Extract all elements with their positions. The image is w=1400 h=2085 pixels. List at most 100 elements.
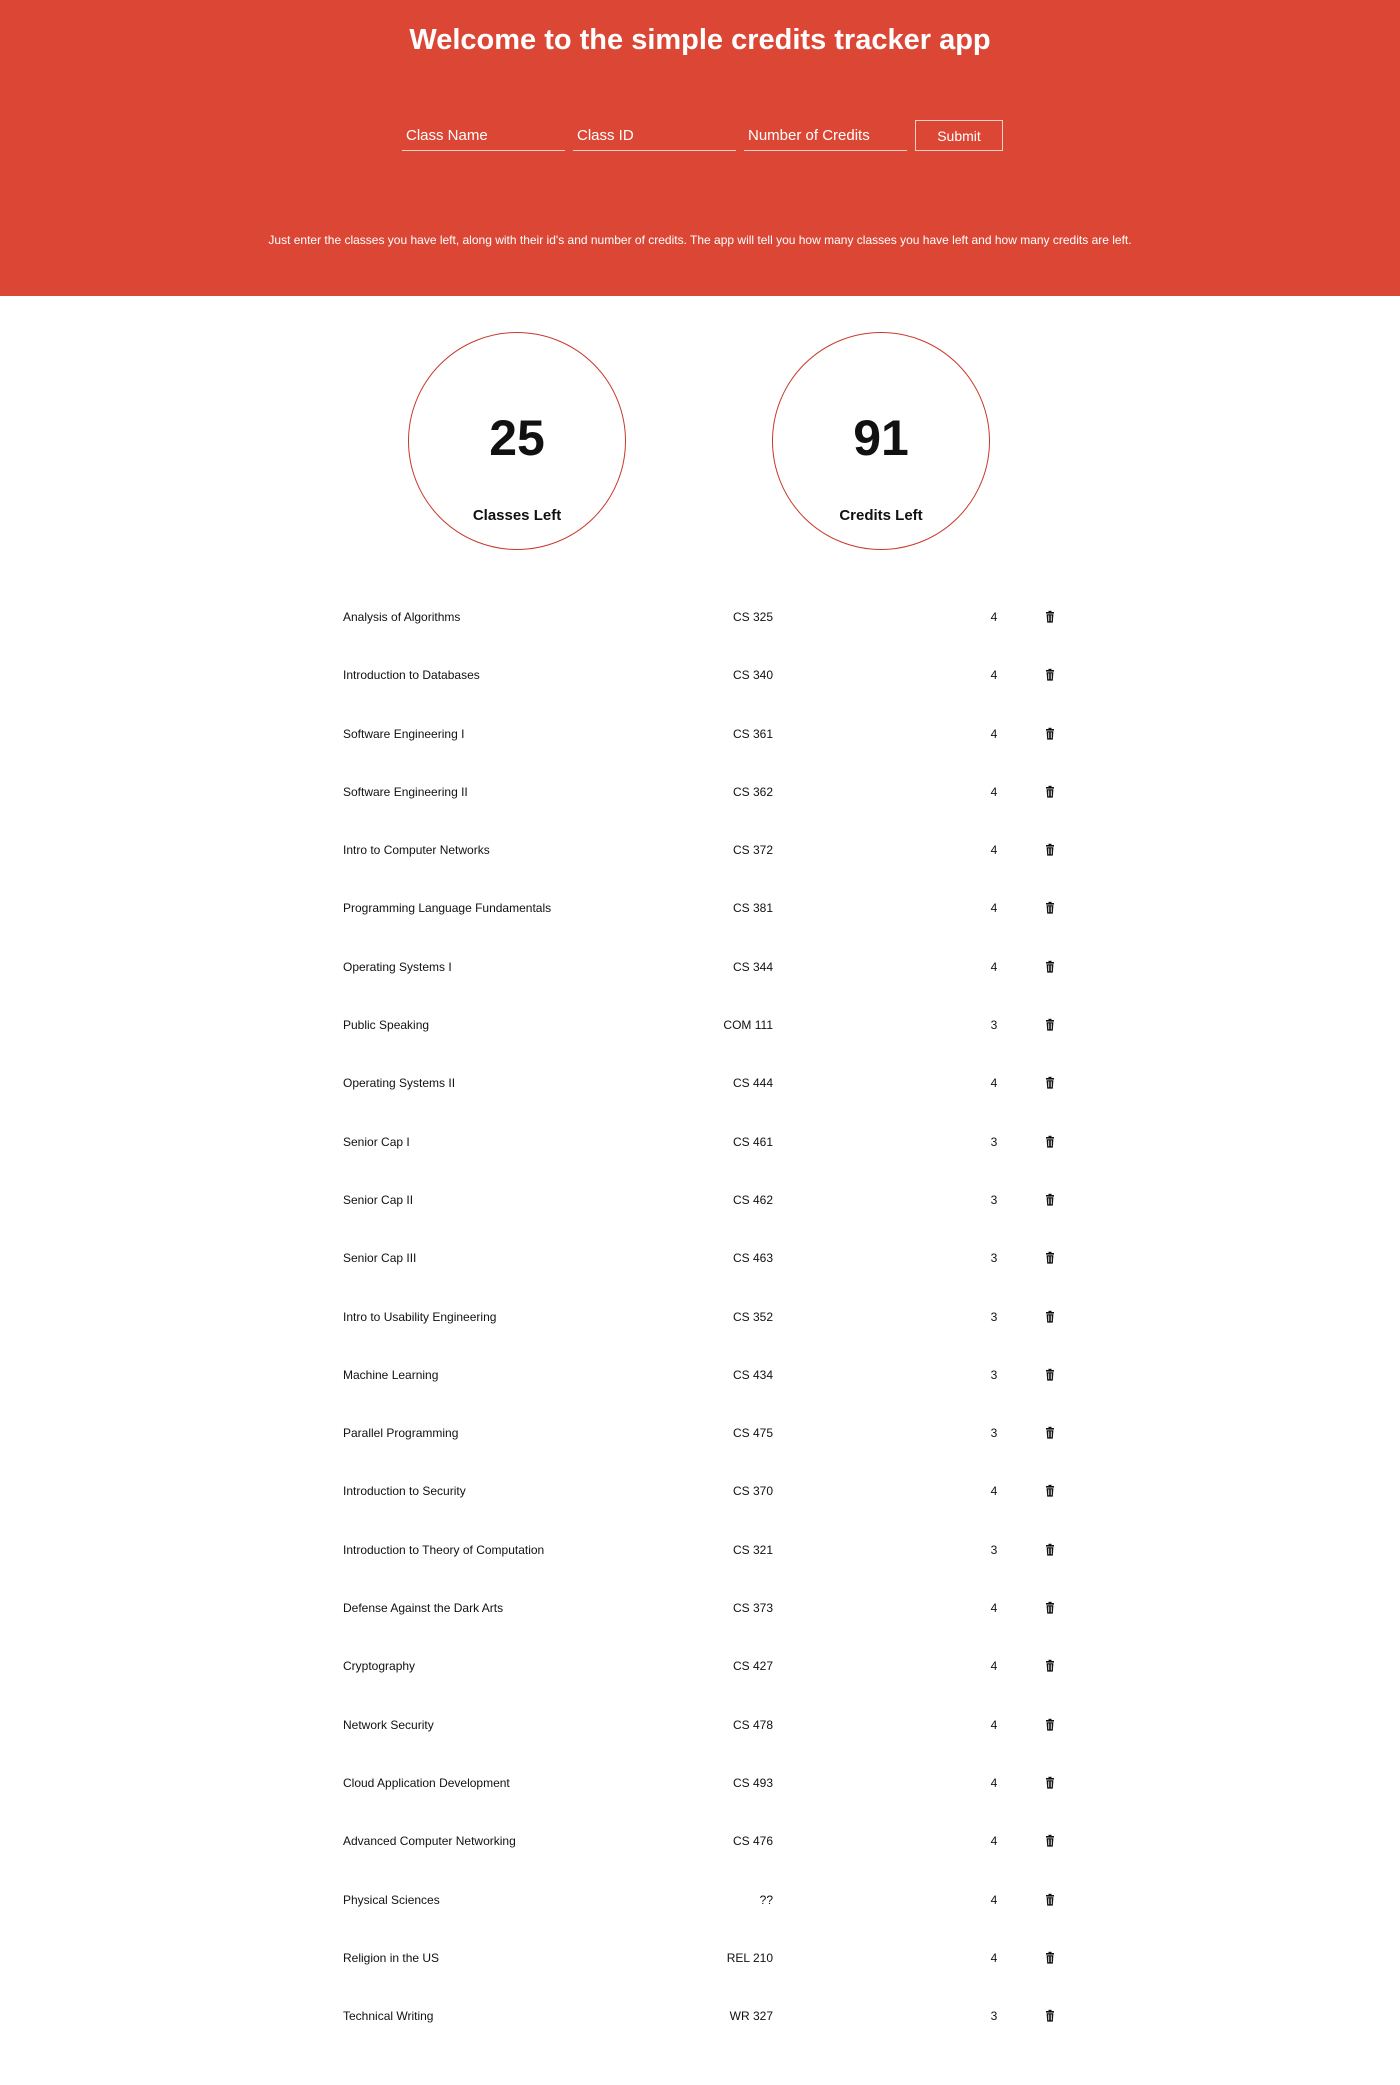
trash-icon[interactable] bbox=[1043, 960, 1057, 974]
credits-input[interactable] bbox=[744, 120, 907, 151]
class-credits: 4 bbox=[990, 959, 998, 974]
trash-icon[interactable] bbox=[1043, 1368, 1057, 1382]
class-name: Software Engineering II bbox=[343, 784, 468, 799]
class-name: Parallel Programming bbox=[343, 1426, 459, 1441]
class-row: Machine Learning CS 434 3 bbox=[343, 1344, 1063, 1402]
class-row: Advanced Computer Networking CS 476 4 bbox=[343, 1810, 1063, 1868]
trash-icon[interactable] bbox=[1043, 668, 1057, 682]
class-row: Senior Cap I CS 461 3 bbox=[343, 1111, 1063, 1169]
trash-icon[interactable] bbox=[1043, 843, 1057, 857]
class-id-input[interactable] bbox=[573, 120, 736, 151]
class-credits: 3 bbox=[990, 1192, 998, 1207]
class-credits: 4 bbox=[990, 1950, 998, 1965]
class-id: CS 344 bbox=[732, 959, 773, 974]
class-row: Technical Writing WR 327 3 bbox=[343, 1985, 1063, 2043]
class-name: Introduction to Theory of Computation bbox=[343, 1542, 545, 1557]
trash-icon[interactable] bbox=[1043, 1193, 1057, 1207]
class-name: Programming Language Fundamentals bbox=[343, 901, 552, 916]
class-id: REL 210 bbox=[726, 1950, 773, 1965]
class-id: CS 462 bbox=[732, 1192, 773, 1207]
trash-icon[interactable] bbox=[1043, 1076, 1057, 1090]
intro-text: Just enter the classes you have left, al… bbox=[268, 233, 1132, 247]
trash-icon[interactable] bbox=[1043, 1951, 1057, 1965]
class-row: Defense Against the Dark Arts CS 373 4 bbox=[343, 1577, 1063, 1635]
class-name: Introduction to Security bbox=[343, 1484, 466, 1499]
trash-icon[interactable] bbox=[1043, 1601, 1057, 1615]
class-id: ?? bbox=[759, 1892, 773, 1907]
class-row: Religion in the US REL 210 4 bbox=[343, 1927, 1063, 1985]
class-name: Technical Writing bbox=[343, 2009, 434, 2024]
class-id: CS 434 bbox=[732, 1367, 773, 1382]
class-name: Advanced Computer Networking bbox=[343, 1834, 516, 1849]
trash-icon[interactable] bbox=[1043, 785, 1057, 799]
class-id: CS 362 bbox=[732, 784, 773, 799]
trash-icon[interactable] bbox=[1043, 1659, 1057, 1673]
trash-icon[interactable] bbox=[1043, 1893, 1057, 1907]
class-row: Software Engineering II CS 362 4 bbox=[343, 761, 1063, 819]
trash-icon[interactable] bbox=[1043, 1251, 1057, 1265]
add-class-form: Submit bbox=[402, 119, 1003, 151]
trash-icon[interactable] bbox=[1043, 2009, 1057, 2023]
class-name: Operating Systems II bbox=[343, 1076, 456, 1091]
class-name: Religion in the US bbox=[343, 1950, 440, 1965]
page-title: Welcome to the simple credits tracker ap… bbox=[409, 24, 991, 56]
class-credits: 4 bbox=[990, 1601, 998, 1616]
class-name: Analysis of Algorithms bbox=[343, 610, 461, 624]
class-id: CS 461 bbox=[732, 1134, 773, 1149]
class-id: CS 370 bbox=[732, 1484, 773, 1499]
classes-left-circle: 25 Classes Left bbox=[408, 332, 626, 550]
class-id: CS 478 bbox=[732, 1717, 773, 1732]
class-name: Cloud Application Development bbox=[343, 1775, 510, 1790]
class-row: Intro to Usability Engineering CS 352 3 bbox=[343, 1286, 1063, 1344]
trash-icon[interactable] bbox=[1043, 1484, 1057, 1498]
class-credits: 4 bbox=[990, 1717, 998, 1732]
trash-icon[interactable] bbox=[1043, 1776, 1057, 1790]
class-credits: 4 bbox=[990, 1484, 998, 1499]
trash-icon[interactable] bbox=[1043, 610, 1057, 624]
class-credits: 4 bbox=[990, 843, 998, 858]
class-name: Defense Against the Dark Arts bbox=[343, 1601, 504, 1616]
class-row: Software Engineering I CS 361 4 bbox=[343, 703, 1063, 761]
class-id: CS 340 bbox=[732, 668, 773, 683]
trash-icon[interactable] bbox=[1043, 1135, 1057, 1149]
class-credits: 4 bbox=[990, 901, 998, 916]
class-credits: 3 bbox=[990, 1134, 998, 1149]
class-name: Senior Cap III bbox=[343, 1251, 417, 1266]
classes-left-count: 25 bbox=[489, 410, 545, 466]
class-row: Introduction to Security CS 370 4 bbox=[343, 1460, 1063, 1518]
class-id: CS 493 bbox=[732, 1775, 773, 1790]
class-name-input[interactable] bbox=[402, 120, 565, 151]
trash-icon[interactable] bbox=[1043, 1834, 1057, 1848]
trash-icon[interactable] bbox=[1043, 1018, 1057, 1032]
class-row: Physical Sciences?? 4 bbox=[343, 1869, 1063, 1927]
credits-left-count: 91 bbox=[853, 410, 909, 466]
trash-icon[interactable] bbox=[1043, 1543, 1057, 1557]
class-row: Senior Cap II CS 462 3 bbox=[343, 1169, 1063, 1227]
class-row: Cloud Application Development CS 493 4 bbox=[343, 1752, 1063, 1810]
class-credits: 4 bbox=[990, 1659, 998, 1674]
credits-left-circle: 91 Credits Left bbox=[772, 332, 990, 550]
class-row: Operating Systems I CS 344 4 bbox=[343, 936, 1063, 994]
class-list: Analysis of Algorithms CS 325 4 Introductio… bbox=[343, 586, 1063, 2043]
class-id: CS 325 bbox=[732, 610, 773, 624]
trash-icon[interactable] bbox=[1043, 1310, 1057, 1324]
class-row: Introduction to Databases CS 340 4 bbox=[343, 644, 1063, 702]
trash-icon[interactable] bbox=[1043, 1718, 1057, 1732]
class-name: Cryptography bbox=[343, 1659, 416, 1674]
trash-icon[interactable] bbox=[1043, 901, 1057, 915]
class-id: CS 373 bbox=[732, 1601, 773, 1616]
class-credits: 4 bbox=[990, 784, 998, 799]
trash-icon[interactable] bbox=[1043, 1426, 1057, 1440]
class-id: CS 321 bbox=[732, 1542, 773, 1557]
class-name: Software Engineering I bbox=[343, 726, 465, 741]
class-id: CS 372 bbox=[732, 843, 773, 858]
class-name: Intro to Computer Networks bbox=[343, 843, 490, 858]
class-row: Cryptography CS 427 4 bbox=[343, 1635, 1063, 1693]
class-name: Intro to Usability Engineering bbox=[343, 1309, 497, 1324]
class-name: Public Speaking bbox=[343, 1018, 430, 1033]
submit-button[interactable]: Submit bbox=[915, 120, 1003, 151]
class-credits: 3 bbox=[990, 1018, 998, 1033]
trash-icon[interactable] bbox=[1043, 727, 1057, 741]
class-name: Operating Systems I bbox=[343, 959, 452, 974]
class-credits: 3 bbox=[990, 1426, 998, 1441]
